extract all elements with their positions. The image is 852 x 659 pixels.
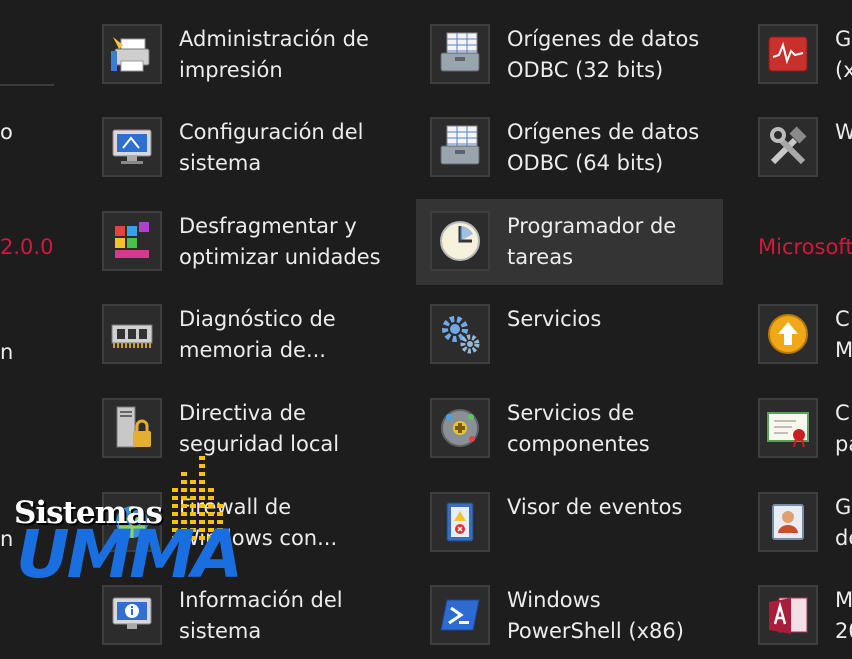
- tile-label-line1: Orígenes de datos: [507, 120, 700, 144]
- left-tile-fragment[interactable]: n: [0, 527, 13, 551]
- clock-icon: [430, 211, 490, 271]
- watermark-logo: Sistemas UMMA: [14, 448, 243, 590]
- tile-label-line1: Programador de: [507, 214, 677, 238]
- odbc-icon: [430, 117, 490, 177]
- tile-label-line1: G: [835, 495, 852, 519]
- tile-label-line1: C: [835, 307, 850, 331]
- event-viewer-icon: [430, 492, 490, 552]
- tile-label-line2: pa: [835, 432, 852, 456]
- tile-label-line1: Servicios de: [507, 401, 635, 425]
- odbc-icon: [430, 24, 490, 84]
- tile-label-line2: optimizar unidades: [179, 245, 381, 269]
- left-tile-fragment[interactable]: n: [0, 340, 13, 364]
- tile-label-line2: de: [835, 526, 852, 550]
- components-icon: [430, 398, 490, 458]
- tile-label-line2: ODBC (32 bits): [507, 58, 664, 82]
- upload-arrow-icon: [758, 304, 818, 364]
- perf-monitor-icon: [758, 24, 818, 84]
- powershell-icon: [430, 585, 490, 645]
- tile-label-line1: Directiva de: [179, 401, 306, 425]
- tile-desfragmentar[interactable]: Desfragmentar y optimizar unidades: [88, 199, 388, 285]
- tile-col3-usercard[interactable]: Gde: [744, 480, 852, 566]
- section-header-microsoft: Microsoft: [758, 235, 852, 259]
- defrag-icon: [102, 211, 162, 271]
- tile-label-line1: Configuración del: [179, 120, 364, 144]
- tile-label-line2: memoria de...: [179, 338, 326, 362]
- tile-servicios-componentes[interactable]: Servicios de componentes: [416, 386, 716, 472]
- tile-diagnostico-memoria[interactable]: Diagnóstico de memoria de...: [88, 292, 388, 378]
- tile-label-line1: W: [835, 120, 852, 144]
- tile-odbc-64[interactable]: Orígenes de datos ODBC (64 bits): [416, 105, 716, 191]
- tile-label-line1: G: [835, 27, 852, 51]
- tile-col3-access[interactable]: M 20: [744, 573, 852, 659]
- tile-label-line1: Desfragmentar y: [179, 214, 357, 238]
- tile-label-line1: C: [835, 401, 850, 425]
- tile-label-line2: M: [835, 338, 852, 362]
- access-icon: [758, 585, 818, 645]
- tile-label-line2: (x: [835, 58, 852, 82]
- tile-label-line1: Orígenes de datos: [507, 27, 700, 51]
- left-tile-fragment[interactable]: o: [0, 120, 13, 144]
- tile-label-line2: PowerShell (x86): [507, 619, 684, 643]
- tile-col3-upload[interactable]: CM: [744, 292, 852, 378]
- monitor-config-icon: [102, 117, 162, 177]
- tile-administracion-impresion[interactable]: Administración de impresión: [88, 12, 388, 98]
- certificate-icon: [758, 398, 818, 458]
- tile-label-line1: Servicios: [507, 307, 602, 331]
- section-divider: [0, 84, 54, 86]
- tile-label-line2: 20: [835, 619, 852, 643]
- tools-icon: [758, 117, 818, 177]
- tile-label-line2: tareas: [507, 245, 574, 269]
- tile-col3-tools[interactable]: W: [744, 105, 852, 191]
- tile-label-line1: M: [835, 588, 852, 612]
- printer-icon: [102, 24, 162, 84]
- tile-label-line1: Administración de: [179, 27, 369, 51]
- tile-label-line2: sistema: [179, 619, 262, 643]
- tile-label-line1: Diagnóstico de: [179, 307, 336, 331]
- tile-col3-perf[interactable]: G (x: [744, 12, 852, 98]
- tile-windows-powershell[interactable]: Windows PowerShell (x86): [416, 573, 716, 659]
- tile-odbc-32[interactable]: Orígenes de datos ODBC (32 bits): [416, 12, 716, 98]
- gears-icon: [430, 304, 490, 364]
- tile-label-line2: ODBC (64 bits): [507, 151, 664, 175]
- tile-programador-tareas[interactable]: Programador de tareas: [416, 199, 723, 285]
- watermark-umma-text: UMMA: [16, 516, 243, 593]
- memory-chip-icon: [102, 304, 162, 364]
- system-info-icon: [102, 585, 162, 645]
- tile-label-line2: impresión: [179, 58, 283, 82]
- user-card-icon: [758, 492, 818, 552]
- tile-col3-certificate[interactable]: Cpa: [744, 386, 852, 472]
- tile-label-line2: componentes: [507, 432, 650, 456]
- tile-label-line2: sistema: [179, 151, 262, 175]
- tile-servicios[interactable]: Servicios: [416, 292, 716, 378]
- tile-visor-eventos[interactable]: Visor de eventos: [416, 480, 716, 566]
- tile-configuracion-sistema[interactable]: Configuración del sistema: [88, 105, 388, 191]
- left-section-version: 2.0.0: [0, 235, 54, 259]
- tile-label-line1: Visor de eventos: [507, 495, 683, 519]
- tile-label-line1: Windows: [507, 588, 601, 612]
